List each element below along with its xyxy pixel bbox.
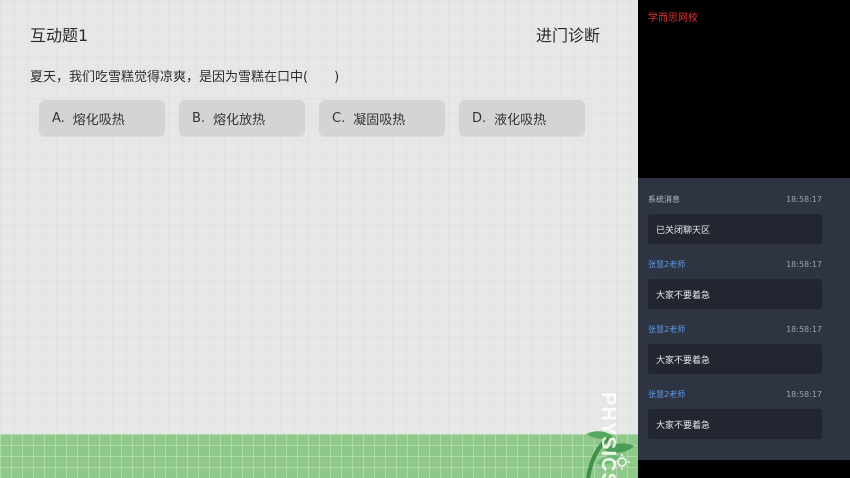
message-time: 18:58:17 <box>786 260 822 269</box>
message-time: 18:58:17 <box>786 195 822 204</box>
answer-options: A. 熔化吸热 B. 熔化放热 C. 凝固吸热 D. 液化吸热 <box>39 100 585 136</box>
option-label: 熔化吸热 <box>72 112 125 128</box>
option-d-button[interactable]: D. 液化吸热 <box>459 100 585 136</box>
message-sender: 张慧2老师 <box>648 325 686 334</box>
option-a-button[interactable]: A. 熔化吸热 <box>39 100 165 136</box>
teacher-video-panel: 学而思网校 <box>638 0 850 178</box>
message-time: 18:58:17 <box>786 325 822 334</box>
option-letter: A. <box>52 110 65 126</box>
chat-panel: 系统消息 18:58:17 已关闭聊天区 张慧2老师 18:58:17 大家不要… <box>638 178 850 460</box>
whiteboard: 互动题1 进门诊断 夏天，我们吃雪糕觉得凉爽，是因为雪糕在口中( ) A. 熔化… <box>0 0 638 478</box>
chat-message: 张慧2老师 18:58:17 大家不要着急 <box>648 324 822 374</box>
option-c-button[interactable]: C. 凝固吸热 <box>319 100 445 136</box>
chat-message: 张慧2老师 18:58:17 大家不要着急 <box>648 389 822 439</box>
bottom-bar <box>638 460 850 478</box>
message-bubble: 已关闭聊天区 <box>648 214 822 244</box>
brand-logo: 学而思网校 <box>648 13 698 24</box>
message-sender: 张慧2老师 <box>648 260 686 269</box>
option-label: 熔化放热 <box>213 112 266 128</box>
message-sender: 系统消息 <box>648 195 680 204</box>
option-letter: B. <box>192 110 206 126</box>
question-title: 互动题1 <box>30 26 89 45</box>
section-heading: 进门诊断 <box>535 26 600 45</box>
message-time: 18:58:17 <box>786 390 822 399</box>
option-b-button[interactable]: B. 熔化放热 <box>179 100 305 136</box>
option-label: 液化吸热 <box>494 112 547 128</box>
question-text: 夏天，我们吃雪糕觉得凉爽，是因为雪糕在口中( ) <box>30 70 340 85</box>
message-bubble: 大家不要着急 <box>648 279 822 309</box>
chat-message: 系统消息 18:58:17 已关闭聊天区 <box>648 194 822 244</box>
option-label: 凝固吸热 <box>353 112 406 128</box>
chat-message: 张慧2老师 18:58:17 大家不要着急 <box>648 259 822 309</box>
grass-decoration <box>0 434 638 478</box>
message-sender: 张慧2老师 <box>648 390 686 399</box>
option-letter: C. <box>332 110 346 126</box>
message-bubble: 大家不要着急 <box>648 344 822 374</box>
message-bubble: 大家不要着急 <box>648 409 822 439</box>
physics-watermark: PHYSICS <box>597 392 619 478</box>
option-letter: D. <box>472 110 487 126</box>
